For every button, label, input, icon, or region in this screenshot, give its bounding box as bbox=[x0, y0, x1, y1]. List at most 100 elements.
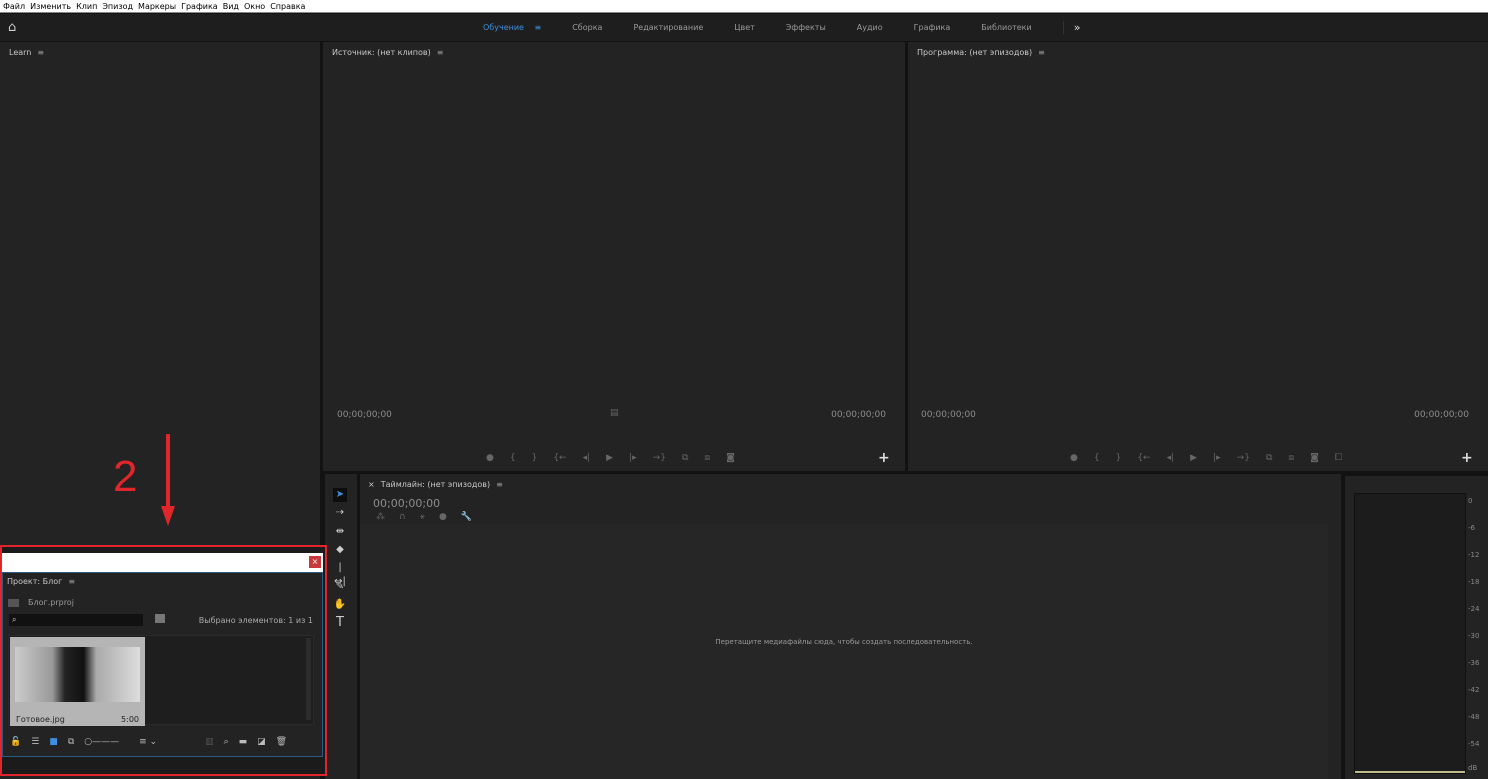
tab-audio[interactable]: Аудио bbox=[857, 23, 883, 32]
panel-title: Learn bbox=[9, 48, 32, 57]
menu-sequence[interactable]: Эпизод bbox=[102, 0, 133, 12]
slip-tool-icon[interactable]: |↔| bbox=[333, 561, 347, 587]
go-to-out-icon[interactable]: →} bbox=[653, 453, 666, 463]
find-bin-icon[interactable] bbox=[155, 614, 165, 623]
mark-out-icon[interactable]: } bbox=[532, 453, 538, 463]
empty-hint: Перетащите медиафайлы сюда, чтобы создат… bbox=[715, 638, 973, 646]
menu-icon[interactable]: ≡ bbox=[535, 23, 542, 32]
duration-timecode: 00;00;00;00 bbox=[1414, 410, 1469, 420]
track-select-tool-icon[interactable]: ⇢ bbox=[333, 506, 347, 520]
meter-tick: -36 bbox=[1468, 659, 1480, 667]
list-view-icon[interactable]: ☰ bbox=[31, 737, 39, 747]
linked-selection-icon[interactable]: ⚹ bbox=[420, 512, 425, 522]
tab-libraries[interactable]: Библиотеки bbox=[981, 23, 1031, 32]
tab-effects[interactable]: Эффекты bbox=[786, 23, 826, 32]
panel-menu-icon[interactable]: ≡ bbox=[437, 48, 444, 57]
mark-in-icon[interactable]: { bbox=[1094, 453, 1100, 463]
add-button-icon[interactable]: + bbox=[1461, 450, 1473, 466]
extract-icon[interactable]: ⧈ bbox=[1288, 453, 1294, 463]
tab-color[interactable]: Цвет bbox=[734, 23, 755, 32]
hand-tool-icon[interactable]: ✋ bbox=[333, 598, 347, 612]
freeform-view-icon[interactable]: ⧉ bbox=[68, 737, 74, 747]
overflow-button[interactable]: » bbox=[1062, 21, 1080, 34]
lock-icon[interactable]: 🔓 bbox=[10, 737, 21, 747]
marker-icon[interactable]: ● bbox=[1070, 453, 1078, 463]
camera-icon[interactable]: ◙ bbox=[1310, 453, 1319, 463]
panel-title: Программа: (нет эпизодов) bbox=[917, 48, 1033, 57]
project-window: × Проект: Блог ≡ Блог.prproj ⌕ Выбрано эл… bbox=[0, 545, 327, 776]
menu-clip[interactable]: Клип bbox=[76, 0, 97, 12]
tab-editing[interactable]: Редактирование bbox=[633, 23, 703, 32]
playhead-timecode[interactable]: 00;00;00;00 bbox=[337, 410, 392, 420]
new-item-icon[interactable]: ◪ bbox=[257, 737, 266, 747]
go-to-out-icon[interactable]: →} bbox=[1237, 453, 1250, 463]
mark-in-icon[interactable]: { bbox=[510, 453, 516, 463]
compare-icon[interactable]: ⧠ bbox=[1335, 453, 1342, 463]
search-input[interactable]: ⌕ bbox=[9, 614, 143, 626]
step-forward-icon[interactable]: |▸ bbox=[1213, 453, 1221, 463]
timeline-drop-area[interactable]: Перетащите медиафайлы сюда, чтобы создат… bbox=[360, 524, 1328, 779]
timeline-timecode[interactable]: 00;00;00;00 bbox=[373, 497, 440, 510]
settings-icon[interactable]: ▤ bbox=[610, 408, 619, 418]
nest-icon[interactable]: ⁂ bbox=[376, 512, 385, 522]
pen-tool-icon[interactable]: ✎ bbox=[333, 580, 347, 594]
type-tool-icon[interactable]: T bbox=[333, 616, 347, 630]
scrollbar[interactable] bbox=[306, 638, 311, 720]
home-icon[interactable]: ⌂ bbox=[8, 20, 26, 35]
panel-menu-icon[interactable]: ≡ bbox=[37, 48, 44, 57]
selection-tool-icon[interactable]: ➤ bbox=[333, 488, 347, 502]
marker-icon[interactable]: ● bbox=[439, 512, 447, 522]
menu-edit[interactable]: Изменить bbox=[30, 0, 71, 12]
menu-bar: Файл Изменить Клип Эпизод Маркеры График… bbox=[0, 0, 1488, 13]
duration-timecode: 00;00;00;00 bbox=[831, 410, 886, 420]
snap-icon[interactable]: ∩ bbox=[399, 512, 406, 522]
menu-window[interactable]: Окно bbox=[244, 0, 265, 12]
panel-menu-icon[interactable]: ≡ bbox=[496, 480, 503, 489]
tab-learning[interactable]: Обучение ≡ bbox=[483, 23, 541, 32]
zoom-slider[interactable]: ○——— bbox=[84, 737, 119, 747]
play-icon[interactable]: ▶ bbox=[1190, 453, 1197, 463]
new-bin-icon[interactable]: ▬ bbox=[239, 737, 248, 747]
tab-graphics[interactable]: Графика bbox=[914, 23, 951, 32]
razor-tool-icon[interactable]: ◆ bbox=[333, 543, 347, 557]
menu-graphics[interactable]: Графика bbox=[181, 0, 218, 12]
go-to-in-icon[interactable]: {← bbox=[1137, 453, 1150, 463]
play-icon[interactable]: ▶ bbox=[606, 453, 613, 463]
meter-tick: -24 bbox=[1468, 605, 1480, 613]
window-titlebar[interactable]: × bbox=[2, 553, 323, 572]
add-button-icon[interactable]: + bbox=[878, 450, 890, 466]
panel-menu-icon[interactable]: ≡ bbox=[68, 577, 75, 586]
overwrite-icon[interactable]: ⧈ bbox=[704, 453, 710, 463]
close-icon[interactable]: × bbox=[368, 480, 375, 489]
automate-icon[interactable]: ▥ bbox=[205, 737, 214, 747]
lift-icon[interactable]: ⧉ bbox=[1266, 453, 1272, 463]
playhead-timecode[interactable]: 00;00;00;00 bbox=[921, 410, 976, 420]
meter-tick: dB bbox=[1468, 764, 1478, 772]
clip-name: Готовое.jpg bbox=[16, 715, 65, 724]
wrench-icon[interactable]: 🔧 bbox=[461, 512, 472, 522]
menu-help[interactable]: Справка bbox=[270, 0, 305, 12]
clip-thumbnail[interactable]: Готовое.jpg 5:00 bbox=[10, 637, 145, 726]
meter-tick: -48 bbox=[1468, 713, 1480, 721]
marker-icon[interactable]: ● bbox=[486, 453, 494, 463]
icon-view-icon[interactable]: ■ bbox=[49, 737, 58, 747]
step-forward-icon[interactable]: |▸ bbox=[629, 453, 637, 463]
trash-icon[interactable]: 🗑 bbox=[276, 737, 287, 747]
sort-icon[interactable]: ≡ ⌄ bbox=[139, 737, 157, 747]
close-window-button[interactable]: × bbox=[309, 556, 321, 568]
tab-assembly[interactable]: Сборка bbox=[572, 23, 602, 32]
step-back-icon[interactable]: ◂| bbox=[583, 453, 591, 463]
annotation-number: 2 bbox=[113, 452, 138, 501]
go-to-in-icon[interactable]: {← bbox=[553, 453, 566, 463]
camera-icon[interactable]: ◙ bbox=[726, 453, 735, 463]
mark-out-icon[interactable]: } bbox=[1116, 453, 1122, 463]
panel-menu-icon[interactable]: ≡ bbox=[1038, 48, 1045, 57]
insert-icon[interactable]: ⧉ bbox=[682, 453, 688, 463]
menu-file[interactable]: Файл bbox=[3, 0, 25, 12]
panel-title: Таймлайн: (нет эпизодов) bbox=[380, 480, 491, 489]
ripple-edit-tool-icon[interactable]: ⇹ bbox=[333, 525, 347, 539]
menu-view[interactable]: Вид bbox=[223, 0, 239, 12]
step-back-icon[interactable]: ◂| bbox=[1167, 453, 1175, 463]
menu-markers[interactable]: Маркеры bbox=[138, 0, 176, 12]
find-icon[interactable]: ⌕ bbox=[224, 737, 229, 747]
